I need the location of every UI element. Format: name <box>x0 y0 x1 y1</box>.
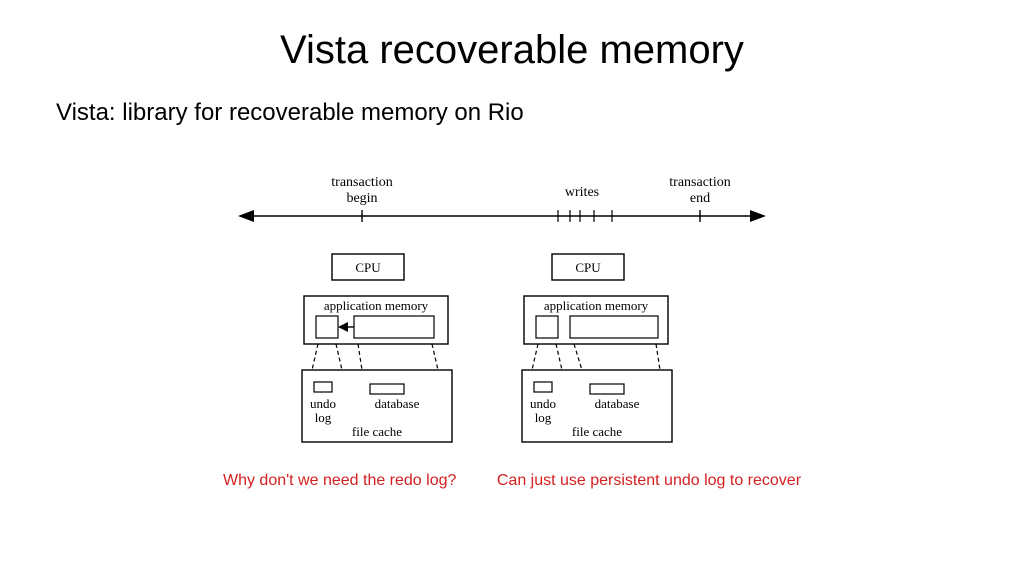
right-undo-label-1: undo <box>530 396 556 411</box>
timeline-end-label-2: end <box>690 191 710 206</box>
arrow-left-small-icon <box>338 322 348 332</box>
left-filecache-label: file cache <box>352 424 402 439</box>
diagram: transaction begin writes transaction end… <box>222 172 782 462</box>
note-answer: Can just use persistent undo log to reco… <box>497 472 801 489</box>
right-appmem-label: application memory <box>544 298 649 313</box>
left-undo-label-2: log <box>315 410 332 425</box>
left-column: CPU application memory undo <box>302 254 452 442</box>
left-appmem-label: application memory <box>324 298 429 313</box>
timeline-begin-label-1: transaction <box>331 175 392 190</box>
timeline-begin-label-2: begin <box>346 191 377 206</box>
arrow-right-icon <box>750 210 766 222</box>
slide-title: Vista recoverable memory <box>0 0 1024 73</box>
right-undo-label-2: log <box>535 410 552 425</box>
arrow-left-icon <box>238 210 254 222</box>
slide-subtitle: Vista: library for recoverable memory on… <box>0 73 1024 127</box>
timeline-writes-label: writes <box>565 185 599 200</box>
left-database-label: database <box>375 396 420 411</box>
footer-notes: Why don't we need the redo log? Can just… <box>0 472 1024 490</box>
note-question: Why don't we need the redo log? <box>223 472 456 489</box>
left-cpu-label: CPU <box>355 260 381 275</box>
right-column: CPU application memory undo log databas <box>522 254 672 442</box>
right-database-label: database <box>595 396 640 411</box>
left-undo-label-1: undo <box>310 396 336 411</box>
right-filecache-label: file cache <box>572 424 622 439</box>
right-cpu-label: CPU <box>575 260 601 275</box>
timeline-end-label-1: transaction <box>669 175 730 190</box>
